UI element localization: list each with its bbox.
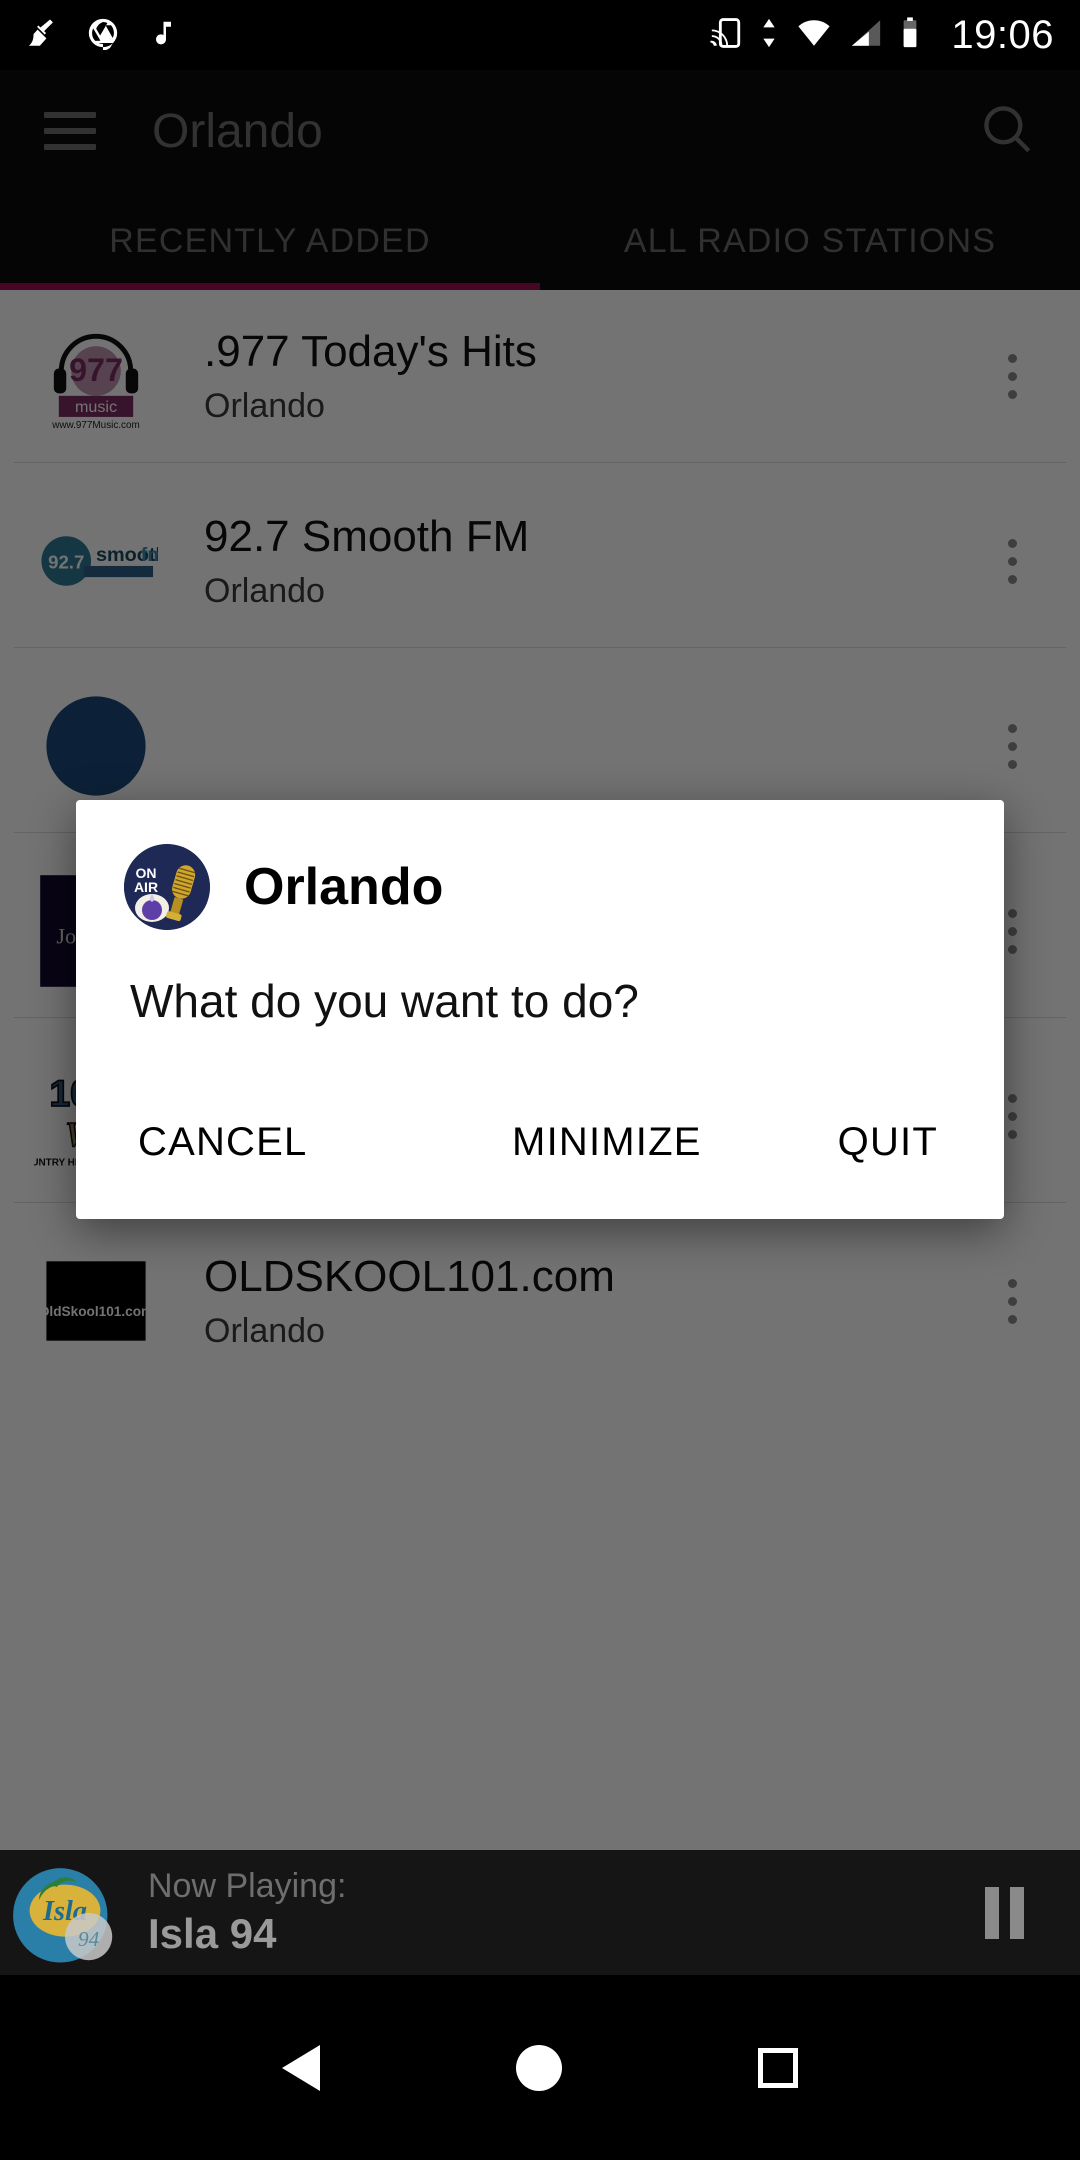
dialog-title: Orlando [244,858,444,916]
cleaner-broom-icon [26,16,60,55]
home-nav-icon[interactable] [516,2044,562,2091]
minimize-button[interactable]: MINIMIZE [498,1110,716,1175]
isla-94-logo: Isla 94 [6,1854,124,1972]
status-bar-right-icons: 19:06 [709,13,1054,58]
phone-screen: 19:06 Orlando RECENTLY ADDED ALL RADIO S… [0,0,1080,2160]
pause-icon[interactable] [985,1886,1024,1939]
data-transfer-icon [759,16,779,55]
quit-dialog: ON AIR Orlando What do you want to do? C… [76,800,1004,1219]
svg-text:94: 94 [78,1927,100,1951]
wifi-icon [795,16,833,55]
quit-button[interactable]: QUIT [824,1110,952,1175]
navigation-bar [0,1975,1080,2160]
back-nav-icon[interactable] [282,2044,320,2091]
battery-icon [899,16,921,55]
now-playing-label: Now Playing: [148,1867,347,1905]
now-playing-text: Now Playing: Isla 94 [148,1867,346,1958]
dialog-header: ON AIR Orlando [124,844,956,930]
cellular-signal-icon [849,16,883,55]
cancel-button[interactable]: CANCEL [124,1110,321,1175]
music-note-icon [146,16,176,55]
now-playing-station: Isla 94 [148,1910,277,1957]
dialog-actions: CANCEL MINIMIZE QUIT [124,1110,956,1175]
dialog-message: What do you want to do? [130,975,639,1027]
svg-text:AIR: AIR [134,879,158,895]
on-air-microphone-icon: ON AIR [124,844,210,930]
status-bar-clock: 19:06 [951,12,1054,57]
status-bar-left-icons [26,16,176,55]
now-playing-bar[interactable]: Isla 94 Now Playing: Isla 94 [0,1850,1080,1975]
recents-nav-icon[interactable] [758,2047,798,2088]
camera-shutter-icon [86,16,120,55]
cast-screen-icon [709,16,743,55]
status-bar: 19:06 [0,0,1080,70]
